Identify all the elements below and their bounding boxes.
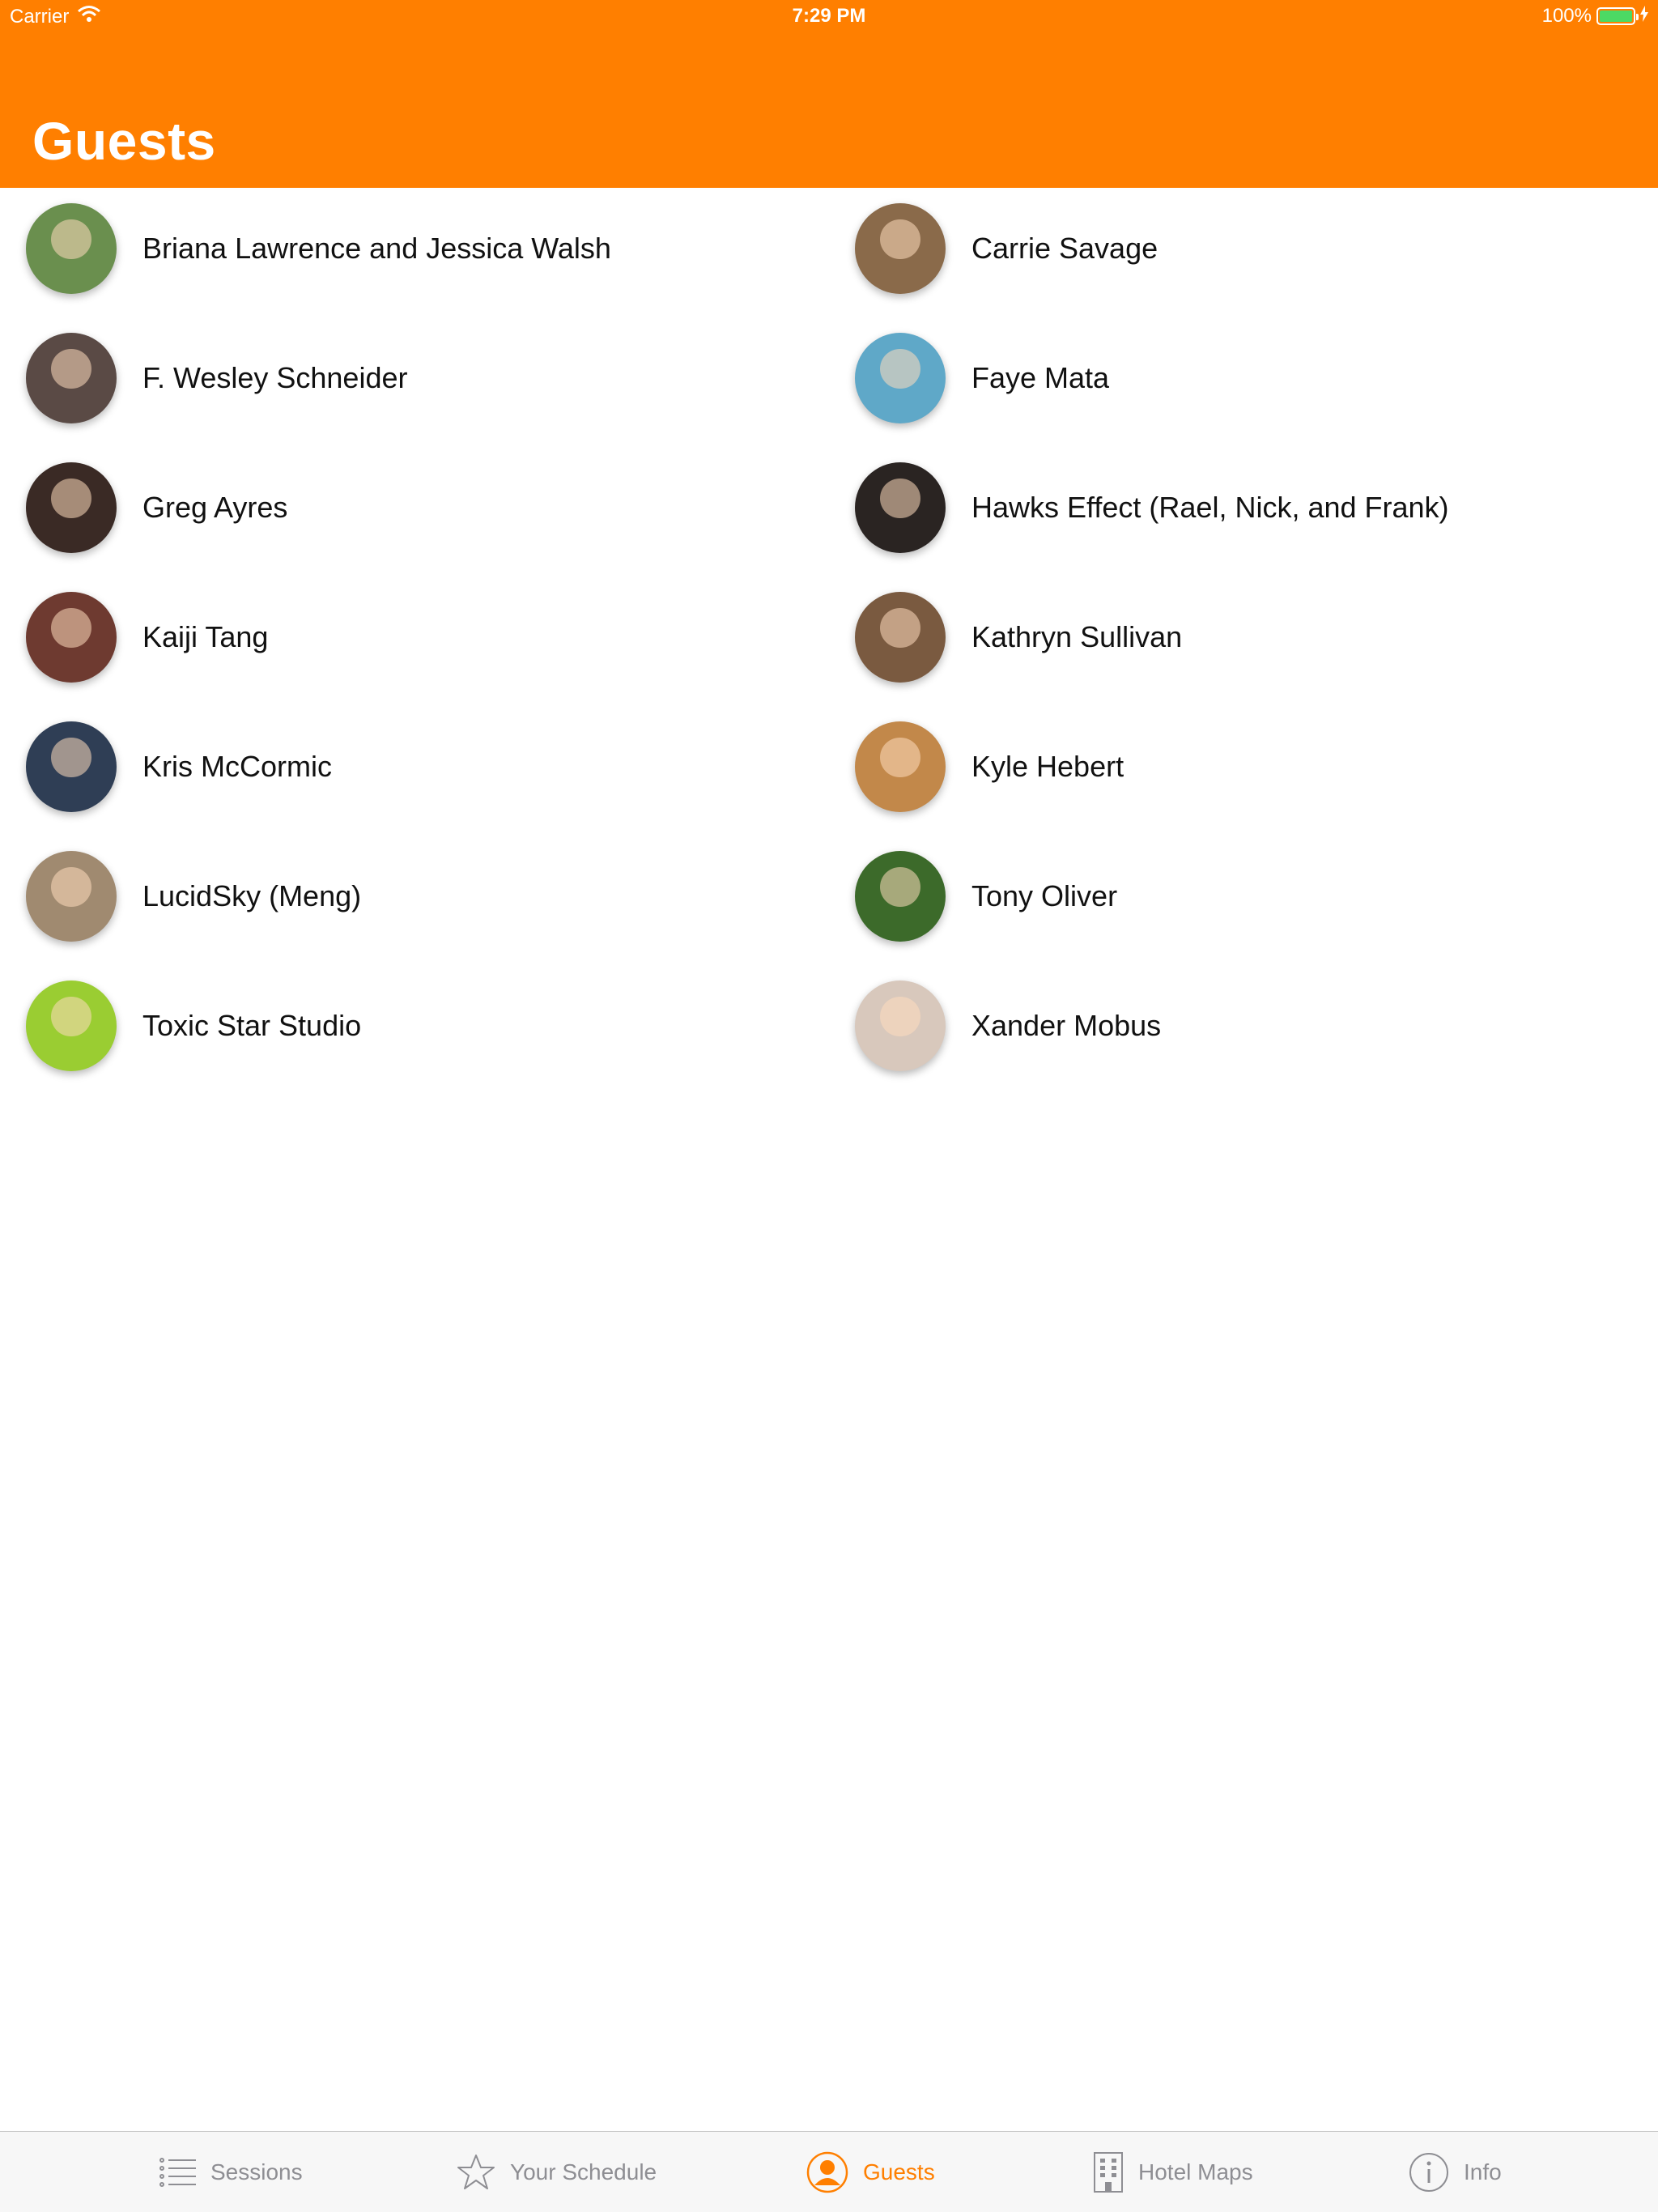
guest-name: Tony Oliver bbox=[971, 879, 1118, 912]
guest-item[interactable]: Kaiji Tang bbox=[26, 576, 835, 698]
tab-sessions[interactable]: Sessions bbox=[159, 2132, 303, 2212]
battery-percent: 100% bbox=[1541, 5, 1592, 27]
guest-name: Kaiji Tang bbox=[142, 620, 269, 653]
guest-item[interactable]: Kris McCormic bbox=[26, 706, 835, 827]
tab-info[interactable]: Info bbox=[1409, 2132, 1502, 2212]
guest-item[interactable]: Kathryn Sullivan bbox=[855, 576, 1658, 698]
tab-bar: Sessions Your Schedule Guests Hotel Maps… bbox=[0, 2131, 1658, 2212]
guest-item[interactable]: LucidSky (Meng) bbox=[26, 836, 835, 957]
building-icon bbox=[1093, 2151, 1124, 2193]
guest-name: LucidSky (Meng) bbox=[142, 879, 362, 912]
tab-label: Info bbox=[1464, 2159, 1502, 2184]
guest-avatar bbox=[26, 851, 117, 942]
guest-item[interactable]: Briana Lawrence and Jessica Walsh bbox=[26, 188, 835, 309]
charging-icon bbox=[1640, 5, 1648, 28]
person-icon bbox=[806, 2151, 848, 2193]
guest-name: Greg Ayres bbox=[142, 491, 288, 524]
navigation-header: Carrier 7:29 PM 100% Guests bbox=[0, 0, 1658, 188]
guest-avatar bbox=[26, 721, 117, 812]
guest-item[interactable]: Greg Ayres bbox=[26, 447, 835, 568]
tab-guests[interactable]: Guests bbox=[806, 2132, 935, 2212]
status-battery: 100% bbox=[1542, 5, 1648, 28]
tab-your-schedule[interactable]: Your Schedule bbox=[457, 2132, 657, 2212]
guest-avatar bbox=[855, 851, 946, 942]
guest-name: Kyle Hebert bbox=[971, 750, 1124, 783]
guest-name: Kathryn Sullivan bbox=[971, 620, 1183, 653]
status-time: 7:29 PM bbox=[792, 5, 866, 27]
page-title: Guests bbox=[32, 111, 216, 171]
battery-icon bbox=[1596, 7, 1639, 25]
tab-label: Your Schedule bbox=[510, 2159, 657, 2184]
guest-item[interactable]: Xander Mobus bbox=[855, 965, 1658, 1087]
guest-item[interactable]: Toxic Star Studio bbox=[26, 965, 835, 1087]
guest-name: Xander Mobus bbox=[971, 1009, 1162, 1042]
guest-item[interactable]: Hawks Effect (Rael, Nick, and Frank) bbox=[855, 447, 1658, 568]
guest-item[interactable]: Tony Oliver bbox=[855, 836, 1658, 957]
star-icon bbox=[457, 2154, 495, 2191]
tab-hotel-maps[interactable]: Hotel Maps bbox=[1093, 2132, 1253, 2212]
guest-avatar bbox=[855, 592, 946, 683]
guest-name: Toxic Star Studio bbox=[142, 1009, 362, 1042]
guest-avatar bbox=[855, 462, 946, 553]
guest-avatar bbox=[855, 333, 946, 423]
guest-name: F. Wesley Schneider bbox=[142, 361, 408, 394]
list-icon bbox=[159, 2156, 196, 2189]
guest-avatar bbox=[855, 981, 946, 1071]
guest-name: Hawks Effect (Rael, Nick, and Frank) bbox=[971, 491, 1449, 524]
guest-avatar bbox=[26, 592, 117, 683]
guest-avatar bbox=[26, 462, 117, 553]
guest-name: Briana Lawrence and Jessica Walsh bbox=[142, 232, 611, 265]
guest-name: Faye Mata bbox=[971, 361, 1110, 394]
tab-label: Sessions bbox=[210, 2159, 303, 2184]
guest-avatar bbox=[855, 721, 946, 812]
guest-item[interactable]: Faye Mata bbox=[855, 317, 1658, 439]
guest-item[interactable]: Kyle Hebert bbox=[855, 706, 1658, 827]
guest-name: Carrie Savage bbox=[971, 232, 1158, 265]
guest-avatar bbox=[855, 203, 946, 294]
tab-label: Hotel Maps bbox=[1138, 2159, 1253, 2184]
tab-label: Guests bbox=[863, 2159, 935, 2184]
guest-avatar bbox=[26, 981, 117, 1071]
guest-avatar bbox=[26, 333, 117, 423]
guest-item[interactable]: F. Wesley Schneider bbox=[26, 317, 835, 439]
status-bar: Carrier 7:29 PM 100% bbox=[0, 0, 1658, 32]
guest-item[interactable]: Carrie Savage bbox=[855, 188, 1658, 309]
info-icon bbox=[1409, 2152, 1449, 2193]
guest-name: Kris McCormic bbox=[142, 750, 332, 783]
guest-avatar bbox=[26, 203, 117, 294]
